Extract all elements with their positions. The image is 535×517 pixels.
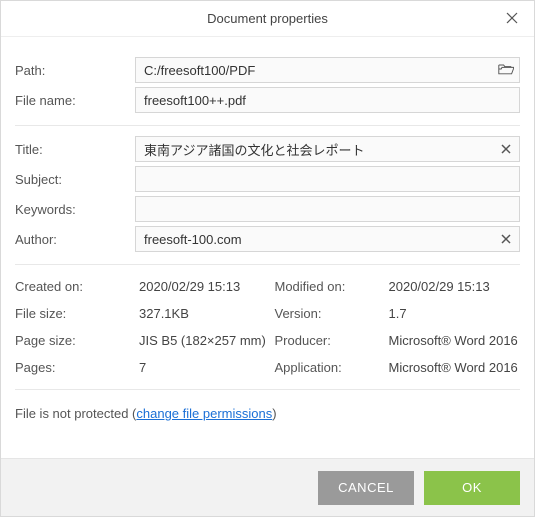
modified-on-label: Modified on:: [275, 279, 385, 294]
dialog-footer: CANCEL OK: [1, 458, 534, 516]
title-clear-button[interactable]: [498, 141, 514, 157]
filename-input[interactable]: [135, 87, 520, 113]
document-properties-dialog: Document properties Path:: [0, 0, 535, 517]
clear-icon: [501, 232, 511, 247]
title-label: Title:: [15, 142, 135, 157]
created-on-label: Created on:: [15, 279, 135, 294]
pages-value: 7: [139, 360, 271, 375]
filesize-value: 327.1KB: [139, 306, 271, 321]
producer-label: Producer:: [275, 333, 385, 348]
pagesize-label: Page size:: [15, 333, 135, 348]
pagesize-value: JIS B5 (182×257 mm): [139, 333, 271, 348]
clear-icon: [501, 142, 511, 157]
protection-suffix: ): [272, 406, 276, 421]
file-section: Path: File name:: [15, 47, 520, 126]
created-on-value: 2020/02/29 15:13: [139, 279, 271, 294]
producer-value: Microsoft® Word 2016: [389, 333, 521, 348]
author-clear-button[interactable]: [498, 231, 514, 247]
keywords-input[interactable]: [135, 196, 520, 222]
filesize-label: File size:: [15, 306, 135, 321]
keywords-label: Keywords:: [15, 202, 135, 217]
dialog-body: Path: File name: Title:: [1, 37, 534, 458]
folder-open-icon: [498, 62, 514, 79]
readonly-metadata: Created on: 2020/02/29 15:13 Modified on…: [15, 265, 520, 390]
version-label: Version:: [275, 306, 385, 321]
filename-label: File name:: [15, 93, 135, 108]
modified-on-value: 2020/02/29 15:13: [389, 279, 521, 294]
close-button[interactable]: [490, 1, 534, 37]
version-value: 1.7: [389, 306, 521, 321]
protection-status: File is not protected (change file permi…: [15, 390, 520, 437]
cancel-button[interactable]: CANCEL: [318, 471, 414, 505]
dialog-title: Document properties: [207, 11, 328, 26]
ok-button[interactable]: OK: [424, 471, 520, 505]
pages-label: Pages:: [15, 360, 135, 375]
path-label: Path:: [15, 63, 135, 78]
author-input[interactable]: [135, 226, 520, 252]
application-label: Application:: [275, 360, 385, 375]
protection-prefix: File is not protected (: [15, 406, 136, 421]
title-input[interactable]: [135, 136, 520, 162]
subject-input[interactable]: [135, 166, 520, 192]
titlebar: Document properties: [1, 1, 534, 37]
author-label: Author:: [15, 232, 135, 247]
browse-folder-button[interactable]: [498, 62, 514, 78]
change-permissions-link[interactable]: change file permissions: [136, 406, 272, 421]
metadata-edit-section: Title: Subject: Keywords:: [15, 126, 520, 265]
close-icon: [506, 12, 518, 27]
subject-label: Subject:: [15, 172, 135, 187]
application-value: Microsoft® Word 2016: [389, 360, 521, 375]
path-input[interactable]: [135, 57, 520, 83]
